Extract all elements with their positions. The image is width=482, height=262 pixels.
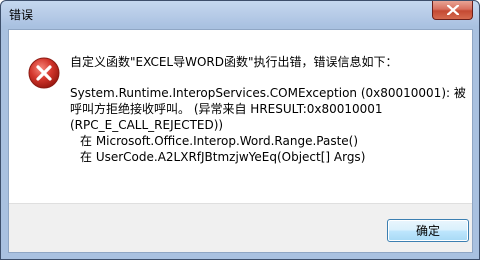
title-bar[interactable]: 错误 [1,1,479,29]
stack-trace-line: 在 UserCode.A2LXRfJBtmzjwYeEq(Object[] Ar… [80,150,366,164]
close-icon [447,5,459,15]
error-message: 自定义函数"EXCEL导WORD函数"执行出错，错误信息如下： System.R… [70,54,466,165]
dialog-body: 自定义函数"EXCEL导WORD函数"执行出错，错误信息如下： System.R… [8,29,473,253]
error-icon [28,57,60,89]
close-button[interactable] [432,1,473,20]
error-detail-line: 呼叫方拒绝接收呼叫。 (异常来自 HRESULT:0x80010001 [70,102,383,116]
error-header: 自定义函数"EXCEL导WORD函数"执行出错，错误信息如下： [70,55,398,69]
error-dialog-window: 错误 自定义函数"EXCEL导WORD函数"执行出错，错误信息如下： Syste… [0,0,480,260]
ok-button[interactable]: 确定 [387,219,469,242]
error-detail-line: System.Runtime.InteropServices.COMExcept… [70,86,466,100]
stack-trace-line: 在 Microsoft.Office.Interop.Word.Range.Pa… [80,134,359,148]
error-detail-line: (RPC_E_CALL_REJECTED)) [70,118,224,132]
window-title: 错误 [9,8,34,22]
